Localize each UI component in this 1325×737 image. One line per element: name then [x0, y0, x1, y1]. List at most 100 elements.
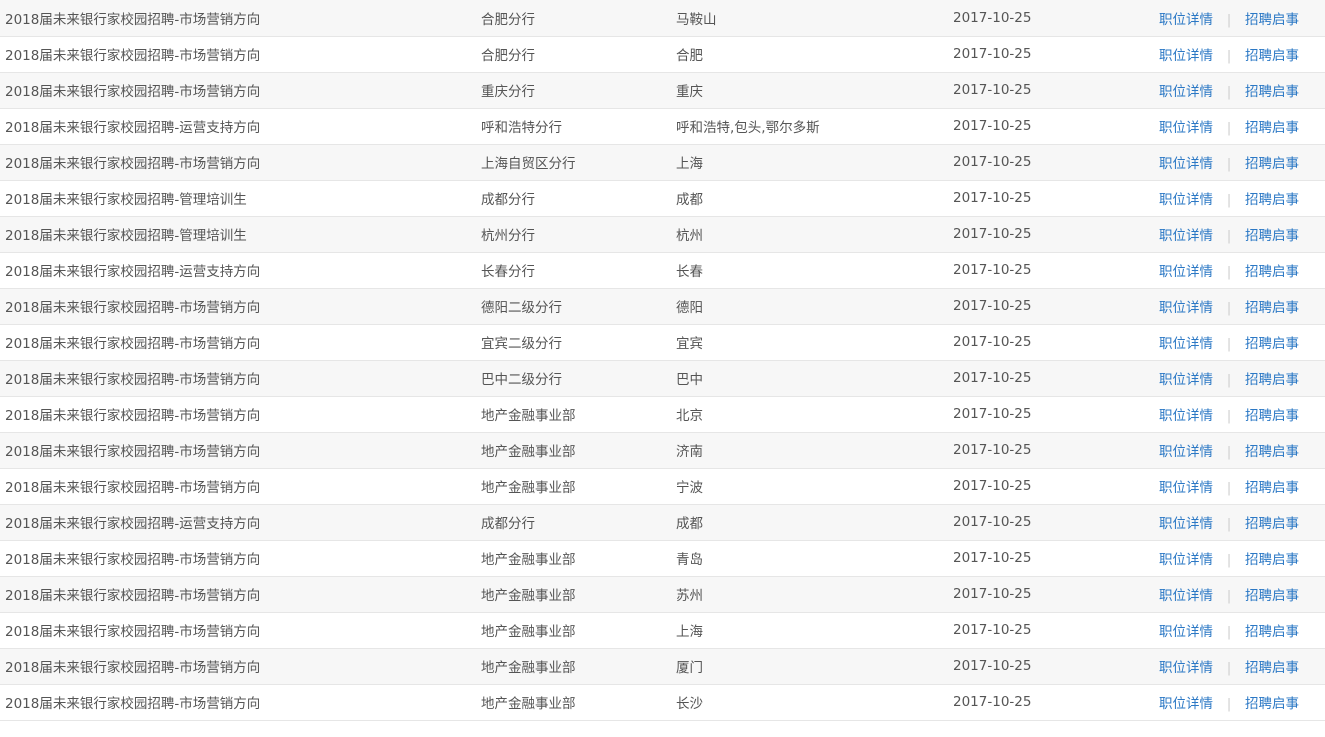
work-city: 苏州 — [676, 588, 703, 604]
branch-name: 宜宾二级分行 — [481, 336, 562, 352]
table-row: 2018届未来银行家校园招聘-市场营销方向 地产金融事业部 苏州 2017-10-25… — [0, 576, 1325, 612]
link-separator: | — [1226, 11, 1232, 28]
job-title: 2018届未来银行家校园招聘-市场营销方向 — [5, 408, 261, 424]
recruitment-notice-link[interactable]: 招聘启事 — [1245, 696, 1299, 712]
job-details-link[interactable]: 职位详情 — [1159, 516, 1213, 532]
link-separator: | — [1226, 84, 1232, 100]
job-details-link[interactable]: 职位详情 — [1159, 624, 1213, 640]
publish-date: 2017-10-25 — [953, 154, 1032, 170]
recruitment-notice-link[interactable]: 招聘启事 — [1245, 120, 1299, 136]
link-separator: | — [1226, 120, 1232, 136]
recruitment-notice-link[interactable]: 招聘启事 — [1245, 12, 1299, 28]
branch-name: 成都分行 — [481, 516, 535, 532]
job-details-link[interactable]: 职位详情 — [1159, 120, 1213, 136]
row-actions: 职位详情 | 招聘启事 — [1159, 216, 1325, 252]
branch-name: 德阳二级分行 — [481, 300, 562, 316]
recruitment-notice-link[interactable]: 招聘启事 — [1245, 444, 1299, 460]
job-details-link[interactable]: 职位详情 — [1159, 84, 1213, 100]
job-details-link[interactable]: 职位详情 — [1159, 264, 1213, 280]
row-actions: 职位详情 | 招聘启事 — [1159, 540, 1325, 576]
recruitment-notice-link[interactable]: 招聘启事 — [1245, 624, 1299, 640]
row-actions: 职位详情 | 招聘启事 — [1159, 180, 1325, 216]
job-title: 2018届未来银行家校园招聘-管理培训生 — [5, 192, 247, 208]
publish-date: 2017-10-25 — [953, 226, 1032, 242]
job-title: 2018届未来银行家校园招聘-运营支持方向 — [5, 120, 261, 136]
job-title: 2018届未来银行家校园招聘-市场营销方向 — [5, 480, 261, 496]
job-title: 2018届未来银行家校园招聘-管理培训生 — [5, 228, 247, 244]
recruitment-notice-link[interactable]: 招聘启事 — [1245, 300, 1299, 316]
branch-name: 地产金融事业部 — [481, 408, 576, 424]
row-actions: 职位详情 | 招聘启事 — [1159, 504, 1325, 540]
work-city: 长沙 — [676, 696, 703, 712]
branch-name: 杭州分行 — [481, 228, 535, 244]
job-details-link[interactable]: 职位详情 — [1159, 660, 1213, 676]
work-city: 厦门 — [676, 660, 703, 676]
recruitment-notice-link[interactable]: 招聘启事 — [1245, 516, 1299, 532]
link-separator: | — [1226, 372, 1232, 388]
publish-date: 2017-10-25 — [953, 514, 1032, 530]
job-details-link[interactable]: 职位详情 — [1159, 48, 1213, 64]
publish-date: 2017-10-25 — [953, 190, 1032, 206]
table-row: 2018届未来银行家校园招聘-市场营销方向 地产金融事业部 上海 2017-10-25… — [0, 612, 1325, 648]
recruitment-notice-link[interactable]: 招聘启事 — [1245, 372, 1299, 388]
job-title: 2018届未来银行家校园招聘-市场营销方向 — [5, 552, 261, 568]
link-separator: | — [1226, 624, 1232, 640]
link-separator: | — [1226, 192, 1232, 208]
publish-date: 2017-10-25 — [953, 622, 1032, 638]
recruitment-notice-link[interactable]: 招聘启事 — [1245, 480, 1299, 496]
work-city: 青岛 — [676, 552, 703, 568]
job-details-link[interactable]: 职位详情 — [1159, 192, 1213, 208]
job-details-link[interactable]: 职位详情 — [1159, 300, 1213, 316]
link-separator: | — [1226, 156, 1232, 172]
branch-name: 长春分行 — [481, 264, 535, 280]
job-details-link[interactable]: 职位详情 — [1159, 372, 1213, 388]
recruitment-notice-link[interactable]: 招聘启事 — [1245, 84, 1299, 100]
recruitment-notice-link[interactable]: 招聘启事 — [1245, 264, 1299, 280]
recruitment-notice-link[interactable]: 招聘启事 — [1245, 588, 1299, 604]
recruitment-notice-link[interactable]: 招聘启事 — [1245, 660, 1299, 676]
job-details-link[interactable]: 职位详情 — [1159, 696, 1213, 712]
branch-name: 合肥分行 — [481, 11, 535, 28]
job-title: 2018届未来银行家校园招聘-运营支持方向 — [5, 264, 261, 280]
branch-name: 地产金融事业部 — [481, 444, 576, 460]
job-details-link[interactable]: 职位详情 — [1159, 480, 1213, 496]
recruitment-notice-link[interactable]: 招聘启事 — [1245, 156, 1299, 172]
job-title: 2018届未来银行家校园招聘-市场营销方向 — [5, 624, 261, 640]
table-row: 2018届未来银行家校园招聘-市场营销方向 重庆分行 重庆 2017-10-25 职位详… — [0, 72, 1325, 108]
row-actions: 职位详情 | 招聘启事 — [1159, 468, 1325, 504]
job-details-link[interactable]: 职位详情 — [1159, 408, 1213, 424]
work-city: 济南 — [676, 444, 703, 460]
job-details-link[interactable]: 职位详情 — [1159, 444, 1213, 460]
row-actions: 职位详情 | 招聘启事 — [1159, 576, 1325, 612]
publish-date: 2017-10-25 — [953, 478, 1032, 494]
job-details-link[interactable]: 职位详情 — [1159, 12, 1213, 28]
work-city: 马鞍山 — [676, 11, 717, 28]
work-city: 宁波 — [676, 480, 703, 496]
job-details-link[interactable]: 职位详情 — [1159, 588, 1213, 604]
row-actions: 职位详情 | 招聘启事 — [1159, 0, 1325, 36]
recruitment-notice-link[interactable]: 招聘启事 — [1245, 228, 1299, 244]
link-separator: | — [1226, 588, 1232, 604]
job-details-link[interactable]: 职位详情 — [1159, 228, 1213, 244]
publish-date: 2017-10-25 — [953, 9, 1032, 26]
job-listing-table: 2018届未来银行家校园招聘-市场营销方向 合肥分行 马鞍山 2017-10-25 职位… — [0, 0, 1325, 721]
recruitment-notice-link[interactable]: 招聘启事 — [1245, 48, 1299, 64]
publish-date: 2017-10-25 — [953, 586, 1032, 602]
work-city: 呼和浩特,包头,鄂尔多斯 — [676, 120, 820, 136]
job-details-link[interactable]: 职位详情 — [1159, 552, 1213, 568]
link-separator: | — [1226, 516, 1232, 532]
recruitment-notice-link[interactable]: 招聘启事 — [1245, 408, 1299, 424]
recruitment-notice-link[interactable]: 招聘启事 — [1245, 192, 1299, 208]
row-actions: 职位详情 | 招聘启事 — [1159, 72, 1325, 108]
job-title: 2018届未来银行家校园招聘-市场营销方向 — [5, 372, 261, 388]
link-separator: | — [1226, 264, 1232, 280]
work-city: 北京 — [676, 408, 703, 424]
recruitment-notice-link[interactable]: 招聘启事 — [1245, 336, 1299, 352]
job-details-link[interactable]: 职位详情 — [1159, 156, 1213, 172]
recruitment-notice-link[interactable]: 招聘启事 — [1245, 552, 1299, 568]
job-details-link[interactable]: 职位详情 — [1159, 336, 1213, 352]
publish-date: 2017-10-25 — [953, 406, 1032, 422]
job-title: 2018届未来银行家校园招聘-运营支持方向 — [5, 516, 261, 532]
table-row: 2018届未来银行家校园招聘-市场营销方向 上海自贸区分行 上海 2017-10-25… — [0, 144, 1325, 180]
publish-date: 2017-10-25 — [953, 334, 1032, 350]
